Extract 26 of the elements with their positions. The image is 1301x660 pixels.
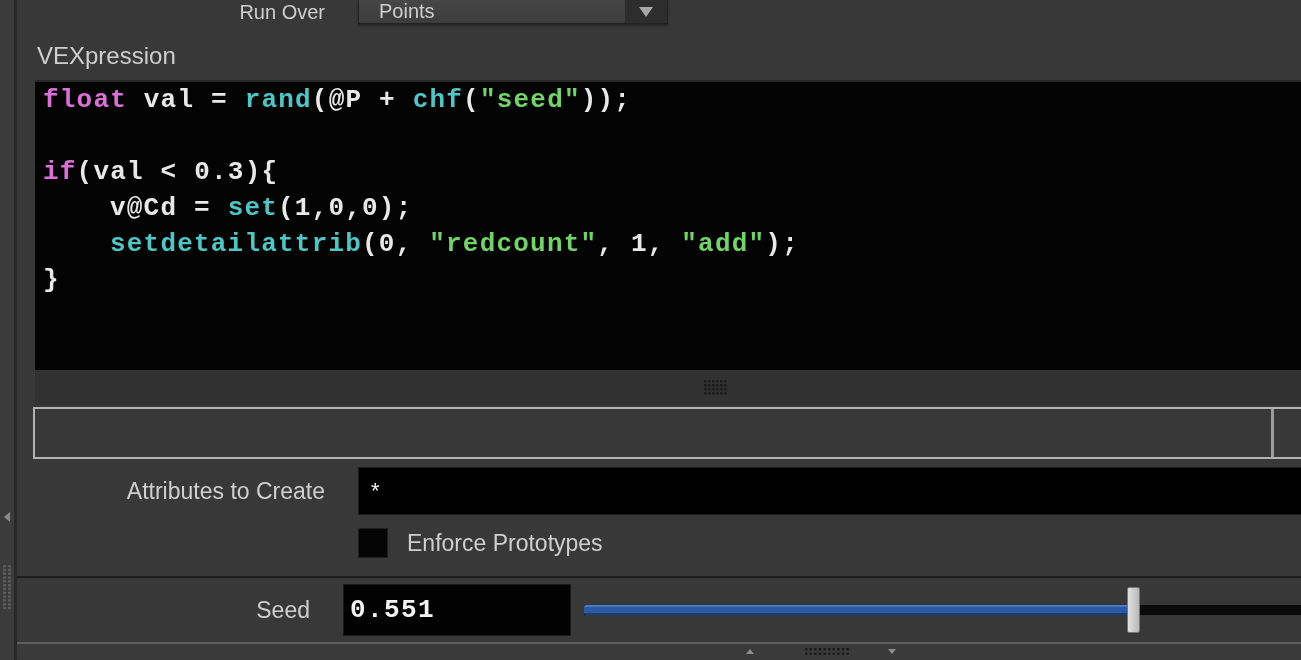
section-label: VEXpression — [37, 42, 176, 70]
checkbox[interactable] — [358, 528, 388, 558]
field-value: 0.551 — [350, 595, 435, 625]
code-line: float val = rand(@P + chf("seed")); — [43, 84, 632, 117]
up-arrow-icon[interactable] — [746, 649, 754, 654]
code-editor[interactable]: float val = rand(@P + chf("seed")); if(val < 0.3){ v@Cd = set(1,0,0); setdetailattrib(0, "redcount", 1, "add"); } — [35, 80, 1301, 370]
grip-icon[interactable] — [3, 565, 11, 610]
field-label: Attributes to Create — [126, 477, 325, 505]
number-field[interactable]: 0.551 — [343, 584, 571, 636]
field-label: Run Over — [239, 0, 325, 24]
caret-button[interactable] — [625, 0, 667, 23]
code-line: } — [43, 264, 60, 297]
checkbox-label: Enforce Prototypes — [407, 529, 603, 557]
left-arrow-icon[interactable] — [4, 512, 10, 522]
dropdown[interactable]: Points — [358, 0, 668, 24]
text-field[interactable]: * — [358, 467, 1301, 515]
slider-thumb[interactable] — [1127, 587, 1141, 633]
code-line: setdetailattrib(0, "redcount", 1, "add"); — [110, 228, 799, 261]
down-arrow-icon[interactable] — [887, 649, 896, 654]
code-line: if(val < 0.3){ — [43, 156, 279, 189]
code-line: v@Cd = set(1,0,0); — [110, 192, 413, 225]
grip-icon[interactable] — [805, 648, 849, 655]
caret-down-icon — [639, 6, 653, 17]
field-value: * — [371, 478, 380, 504]
field-label: Seed — [256, 596, 310, 624]
dropdown-value: Points — [378, 0, 436, 23]
